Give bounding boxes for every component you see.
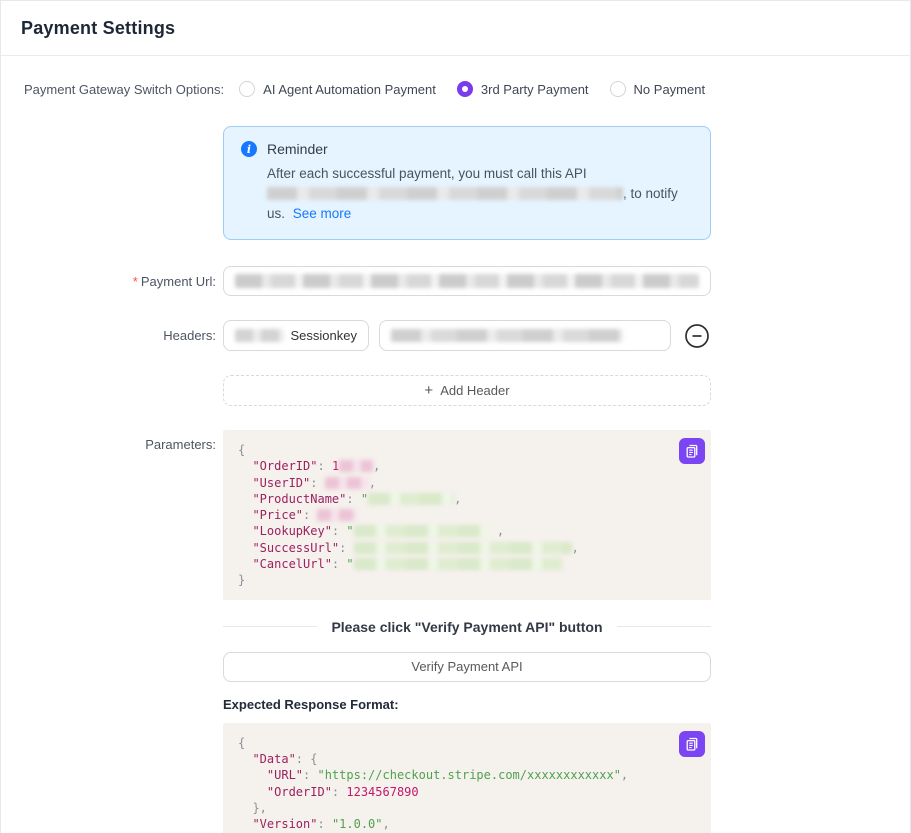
gateway-options-label: Payment Gateway Switch Options: [24, 82, 224, 97]
header-value-input[interactable] [379, 320, 671, 351]
reminder-line2-suffix: , to notify [623, 186, 678, 201]
code-line: "Price": [238, 507, 695, 523]
radio-option-label: No Payment [634, 82, 706, 97]
payment-settings-card: Payment Settings Payment Gateway Switch … [0, 0, 911, 833]
copy-icon [684, 443, 700, 459]
payment-url-input[interactable] [223, 266, 711, 296]
code-line: { [238, 442, 695, 458]
radio-option-no-payment[interactable]: No Payment [610, 81, 706, 97]
redacted-success-url [354, 542, 572, 554]
required-asterisk: * [133, 274, 138, 289]
redacted-payment-url [235, 274, 699, 288]
code-line: { [238, 735, 695, 751]
redacted-header-value [391, 329, 623, 342]
redacted-order-id [339, 460, 373, 472]
add-header-label: Add Header [440, 383, 509, 398]
code-line: "CancelUrl": " [238, 556, 695, 572]
code-line: "OrderID": 1, [238, 458, 695, 474]
reminder-alert: i Reminder After each successful payment… [223, 126, 711, 240]
redacted-cancel-url [354, 558, 562, 570]
radio-selected-icon[interactable] [457, 81, 473, 97]
copy-icon [684, 736, 700, 752]
payment-gateway-radio-group: Payment Gateway Switch Options: AI Agent… [24, 81, 910, 97]
code-line: "UserID": , [238, 475, 695, 491]
copy-response-button[interactable] [679, 731, 705, 757]
radio-option-3rd-party-payment[interactable]: 3rd Party Payment [457, 81, 589, 97]
payment-url-label: *Payment Url: [1, 274, 216, 289]
verify-payment-api-button[interactable]: Verify Payment API [223, 652, 711, 682]
divider-text: Please click "Verify Payment API" button [331, 619, 602, 635]
divider-line [223, 626, 317, 627]
parameters-label: Parameters: [1, 430, 216, 452]
radio-option-label: 3rd Party Payment [481, 82, 589, 97]
minus-circle-icon [684, 323, 710, 349]
redacted-lookup-key [354, 525, 490, 537]
plus-icon: + [424, 382, 433, 399]
redacted-price [317, 509, 357, 521]
reminder-line1: After each successful payment, you must … [267, 166, 587, 181]
page-title: Payment Settings [21, 18, 175, 39]
expected-response-code-block: { "Data": { "URL": "https://checkout.str… [223, 723, 711, 833]
code-line: "Data": { [238, 751, 695, 767]
radio-unselected-icon[interactable] [239, 81, 255, 97]
info-icon: i [241, 141, 257, 157]
header-row: Sessionkey [223, 320, 711, 351]
redacted-user-id [325, 477, 369, 489]
page-header: Payment Settings [1, 1, 910, 56]
verify-divider: Please click "Verify Payment API" button [223, 619, 711, 635]
redacted-product-name [368, 493, 454, 505]
add-header-button[interactable]: + Add Header [223, 375, 711, 406]
code-line: "OrderID": 1234567890 [238, 784, 695, 800]
parameters-code-block: { "OrderID": 1, "UserID": , "ProductName… [223, 430, 711, 600]
code-line: "LookupKey": " , [238, 523, 695, 539]
code-line: "SuccessUrl": , [238, 540, 695, 556]
see-more-link[interactable]: See more [293, 206, 352, 221]
header-key-input[interactable]: Sessionkey [223, 320, 369, 351]
radio-option-ai-agent-automation-payment[interactable]: AI Agent Automation Payment [239, 81, 436, 97]
header-key-text: Sessionkey [291, 328, 357, 343]
redacted-header-key-prefix [235, 329, 284, 342]
reminder-body: After each successful payment, you must … [267, 164, 694, 224]
code-line: "ProductName": ", [238, 491, 695, 507]
reminder-line3-prefix: us. [267, 206, 285, 221]
code-line: "URL": "https://checkout.stripe.com/xxxx… [238, 767, 695, 783]
remove-header-button[interactable] [684, 323, 710, 349]
radio-option-label: AI Agent Automation Payment [263, 82, 436, 97]
code-line: }, [238, 800, 695, 816]
radio-unselected-icon[interactable] [610, 81, 626, 97]
code-line: "Version": "1.0.0", [238, 816, 695, 832]
reminder-title: Reminder [267, 141, 328, 157]
expected-response-label: Expected Response Format: [223, 697, 711, 712]
redacted-api-url [267, 187, 623, 200]
copy-parameters-button[interactable] [679, 438, 705, 464]
code-line: } [238, 572, 695, 588]
divider-line [617, 626, 711, 627]
headers-label: Headers: [1, 328, 216, 343]
